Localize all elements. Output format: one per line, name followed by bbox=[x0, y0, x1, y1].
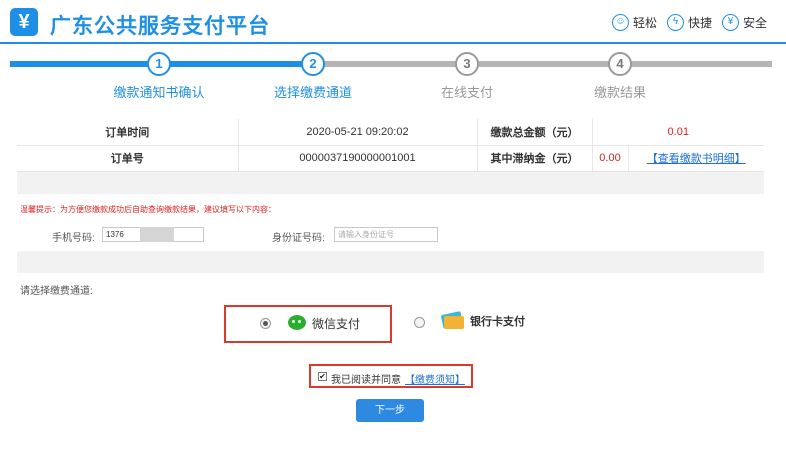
order-info-table: 订单时间 2020-05-21 09:20:02 缴款总金额（元） 0.01 订… bbox=[17, 119, 764, 172]
order-time-value: 2020-05-21 09:20:02 bbox=[238, 119, 478, 146]
total-amount-value: 0.01 bbox=[592, 119, 764, 146]
step-3-label: 在线支付 bbox=[440, 85, 494, 100]
header: ¥ 广东公共服务支付平台 ☺ 轻松 ϟ 快捷 ¥ 安全 bbox=[0, 0, 786, 44]
agreement-checkbox[interactable]: ✔ bbox=[318, 372, 327, 381]
channel-label: 请选择缴费通道: bbox=[20, 286, 93, 297]
feature-easy: ☺ 轻松 bbox=[612, 14, 657, 31]
wechat-pay-option[interactable]: 微信支付 bbox=[224, 305, 392, 343]
step-4-label: 缴款结果 bbox=[593, 85, 647, 100]
wechat-pay-label: 微信支付 bbox=[312, 317, 361, 331]
feature-label: 轻松 bbox=[633, 16, 658, 30]
order-number-value: 0000037190000001001 bbox=[238, 145, 478, 172]
agreement-box: ✔ 我已阅读并同意 【缴费须知】 bbox=[309, 364, 473, 388]
shield-icon: ¥ bbox=[722, 14, 739, 31]
bank-card-icon bbox=[440, 309, 464, 331]
contact-form: 手机号码: 身份证号码: bbox=[17, 222, 764, 248]
id-number-input[interactable] bbox=[334, 227, 438, 242]
wechat-radio[interactable] bbox=[260, 318, 271, 329]
smile-icon: ☺ bbox=[612, 14, 629, 31]
step-2-circle: 2 bbox=[301, 52, 325, 76]
next-step-button[interactable]: 下一步 bbox=[356, 399, 424, 422]
id-number-label: 身份证号码: bbox=[272, 233, 325, 244]
bank-card-pay-label[interactable]: 银行卡支付 bbox=[470, 313, 525, 329]
site-title: 广东公共服务支付平台 bbox=[50, 15, 270, 38]
step-1-circle: 1 bbox=[147, 52, 171, 76]
progress-bar-remaining bbox=[310, 61, 772, 67]
feature-label: 安全 bbox=[743, 16, 768, 30]
section-divider bbox=[17, 251, 764, 273]
lightning-icon: ϟ bbox=[667, 14, 684, 31]
tip-text: 温馨提示：为方便您缴款成功后自助查询缴款结果，建议填写以下内容： bbox=[20, 205, 276, 214]
step-progress: 1 2 3 4 缴款通知书确认 选择缴费通道 在线支付 缴款结果 bbox=[10, 52, 772, 102]
total-amount-label: 缴款总金额（元） bbox=[477, 119, 593, 146]
order-number-label: 订单号 bbox=[17, 145, 239, 172]
table-row: 订单号 0000037190000001001 其中滞纳金（元） 0.00 【查… bbox=[17, 145, 764, 172]
wechat-icon bbox=[288, 315, 306, 330]
payment-notice-link[interactable]: 【缴费须知】 bbox=[405, 371, 465, 386]
yuan-logo-icon: ¥ bbox=[10, 8, 38, 36]
step-4-circle: 4 bbox=[608, 52, 632, 76]
table-row: 订单时间 2020-05-21 09:20:02 缴款总金额（元） 0.01 bbox=[17, 119, 764, 146]
feature-fast: ϟ 快捷 bbox=[667, 14, 712, 31]
agreement-text: 我已阅读并同意 bbox=[331, 375, 401, 386]
step-2-label: 选择缴费通道 bbox=[273, 85, 353, 100]
feature-label: 快捷 bbox=[688, 16, 713, 30]
feature-safe: ¥ 安全 bbox=[722, 14, 767, 31]
late-fee-label: 其中滞纳金（元） bbox=[477, 145, 593, 172]
view-detail-link[interactable]: 【查看缴款书明细】 bbox=[647, 153, 746, 165]
late-fee-value: 0.00 bbox=[592, 145, 629, 172]
bank-card-radio[interactable] bbox=[414, 317, 425, 328]
phone-label: 手机号码: bbox=[52, 233, 95, 244]
section-divider bbox=[17, 172, 764, 194]
step-1-label: 缴款通知书确认 bbox=[113, 85, 205, 100]
step-3-circle: 3 bbox=[455, 52, 479, 76]
order-time-label: 订单时间 bbox=[17, 119, 239, 146]
masked-phone-digits bbox=[140, 227, 174, 242]
